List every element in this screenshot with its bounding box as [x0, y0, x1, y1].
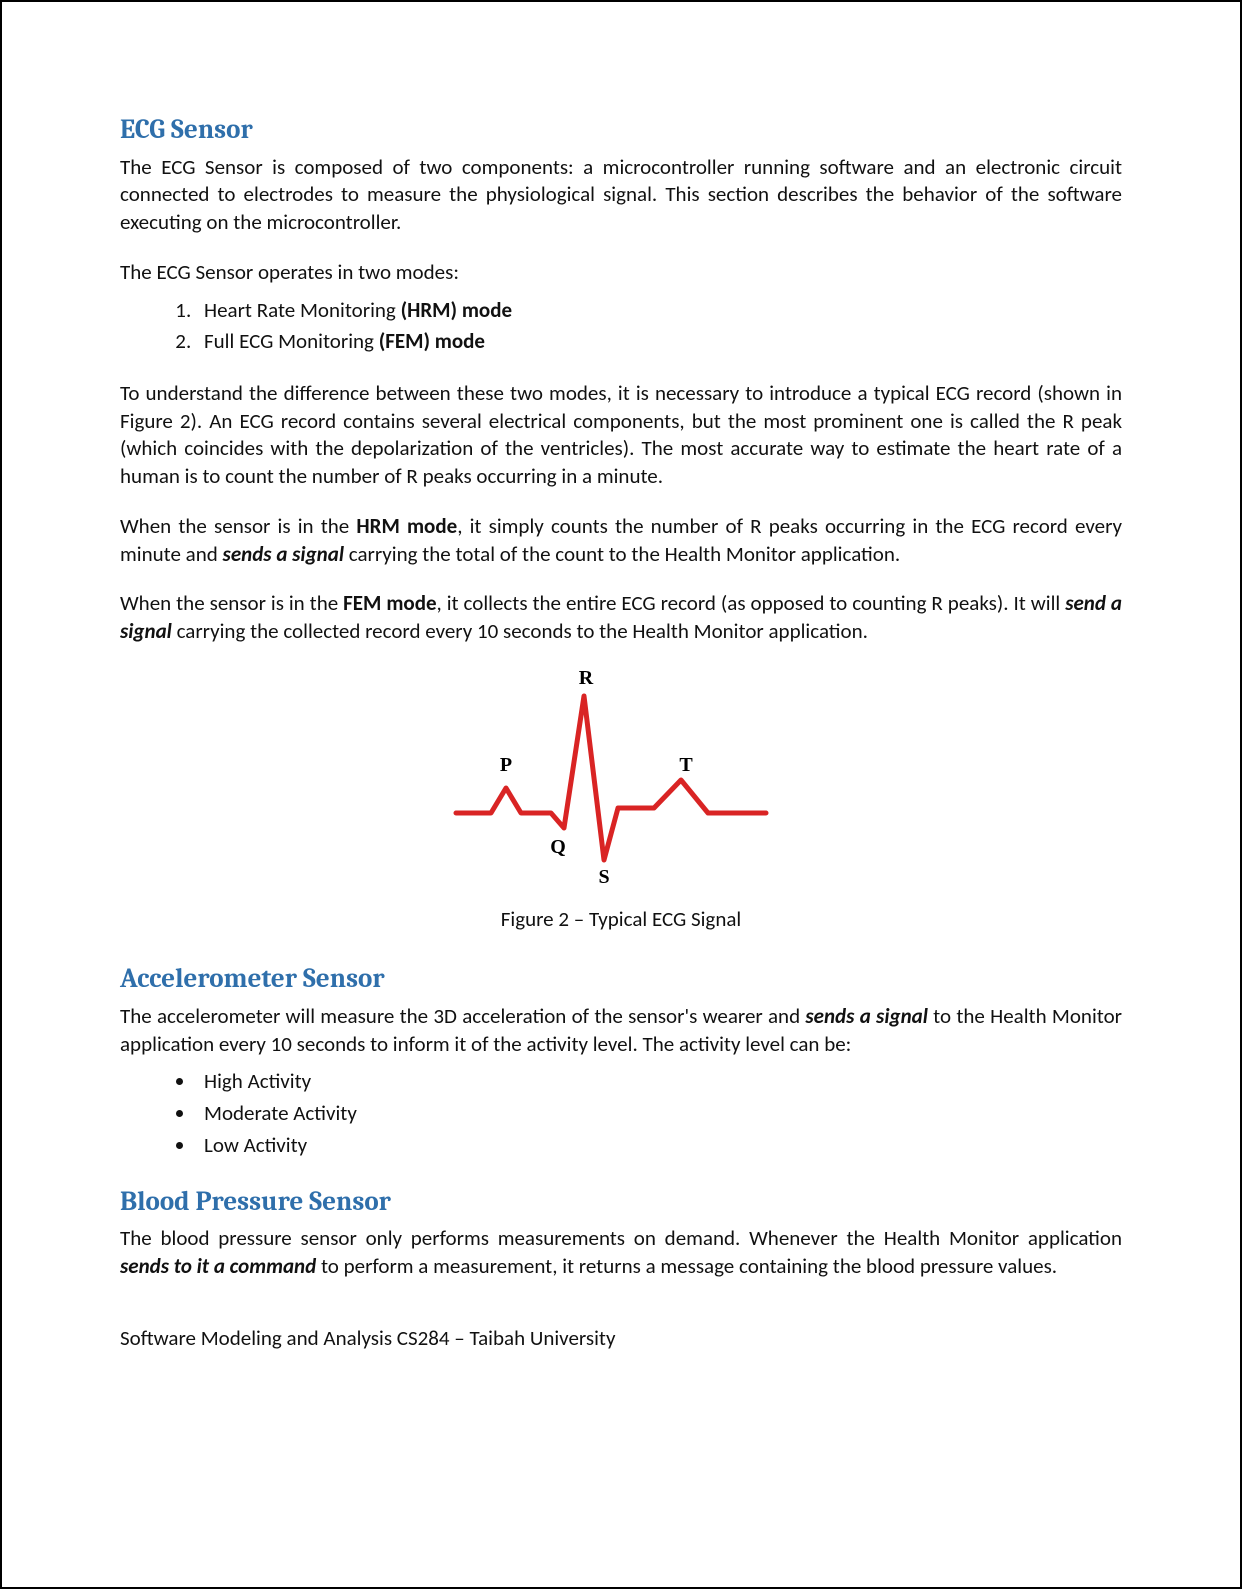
accel-paragraph-1: The accelerometer will measure the 3D ac…	[120, 1003, 1122, 1058]
document-page: ECG Sensor The ECG Sensor is composed of…	[0, 0, 1242, 1589]
heading-accelerometer-sensor: Accelerometer Sensor	[120, 961, 1122, 997]
bold-italic-run: sends a signal	[805, 1003, 928, 1029]
mode-1-prefix: Heart Rate Monitoring	[204, 297, 401, 323]
text-run: The blood pressure sensor only performs …	[120, 1225, 1122, 1251]
ecg-paragraph-3: To understand the difference between the…	[120, 380, 1122, 491]
ecg-modes-list: Heart Rate Monitoring (HRM) mode Full EC…	[168, 297, 1122, 356]
ecg-waveform-icon: R P T Q S	[436, 668, 806, 888]
mode-1-bold: (HRM) mode	[401, 297, 512, 323]
ecg-paragraph-5: When the sensor is in the FEM mode, it c…	[120, 590, 1122, 645]
ecg-label-q: Q	[550, 836, 566, 858]
mode-2-prefix: Full ECG Monitoring	[204, 328, 379, 354]
list-item: Full ECG Monitoring (FEM) mode	[196, 328, 1122, 356]
bold-run: HRM mode	[356, 513, 457, 539]
bold-run: FEM mode	[343, 590, 436, 616]
text-run: carrying the total of the count to the H…	[344, 541, 900, 567]
ecg-label-r: R	[579, 668, 594, 689]
heading-ecg-sensor: ECG Sensor	[120, 112, 1122, 148]
list-item: High Activity	[196, 1068, 1122, 1096]
text-run: , it collects the entire ECG record (as …	[437, 590, 1066, 616]
activity-level-list: High Activity Moderate Activity Low Acti…	[168, 1068, 1122, 1159]
heading-blood-pressure-sensor: Blood Pressure Sensor	[120, 1184, 1122, 1220]
ecg-paragraph-2: The ECG Sensor operates in two modes:	[120, 259, 1122, 287]
bold-italic-run: sends to it a command	[120, 1253, 316, 1279]
ecg-paragraph-1: The ECG Sensor is composed of two compon…	[120, 154, 1122, 237]
ecg-paragraph-4: When the sensor is in the HRM mode, it s…	[120, 513, 1122, 568]
mode-2-bold: (FEM) mode	[379, 328, 485, 354]
bp-paragraph-1: The blood pressure sensor only performs …	[120, 1225, 1122, 1280]
list-item: Moderate Activity	[196, 1100, 1122, 1128]
figure-caption: Figure 2 – Typical ECG Signal	[120, 906, 1122, 934]
list-item: Heart Rate Monitoring (HRM) mode	[196, 297, 1122, 325]
ecg-label-s: S	[598, 866, 609, 888]
bold-italic-run: sends a signal	[223, 541, 344, 567]
ecg-label-p: P	[500, 754, 512, 776]
text-run: to perform a measurement, it returns a m…	[316, 1253, 1057, 1279]
ecg-label-t: T	[679, 754, 693, 776]
text-run: When the sensor is in the	[120, 513, 356, 539]
list-item: Low Activity	[196, 1132, 1122, 1160]
text-run: carrying the collected record every 10 s…	[172, 618, 868, 644]
text-run: When the sensor is in the	[120, 590, 343, 616]
figure-ecg-signal: R P T Q S Figure 2 – Typical ECG Signal	[120, 668, 1122, 934]
footer-text: Software Modeling and Analysis CS284 – T…	[120, 1325, 1122, 1353]
text-run: The accelerometer will measure the 3D ac…	[120, 1003, 805, 1029]
